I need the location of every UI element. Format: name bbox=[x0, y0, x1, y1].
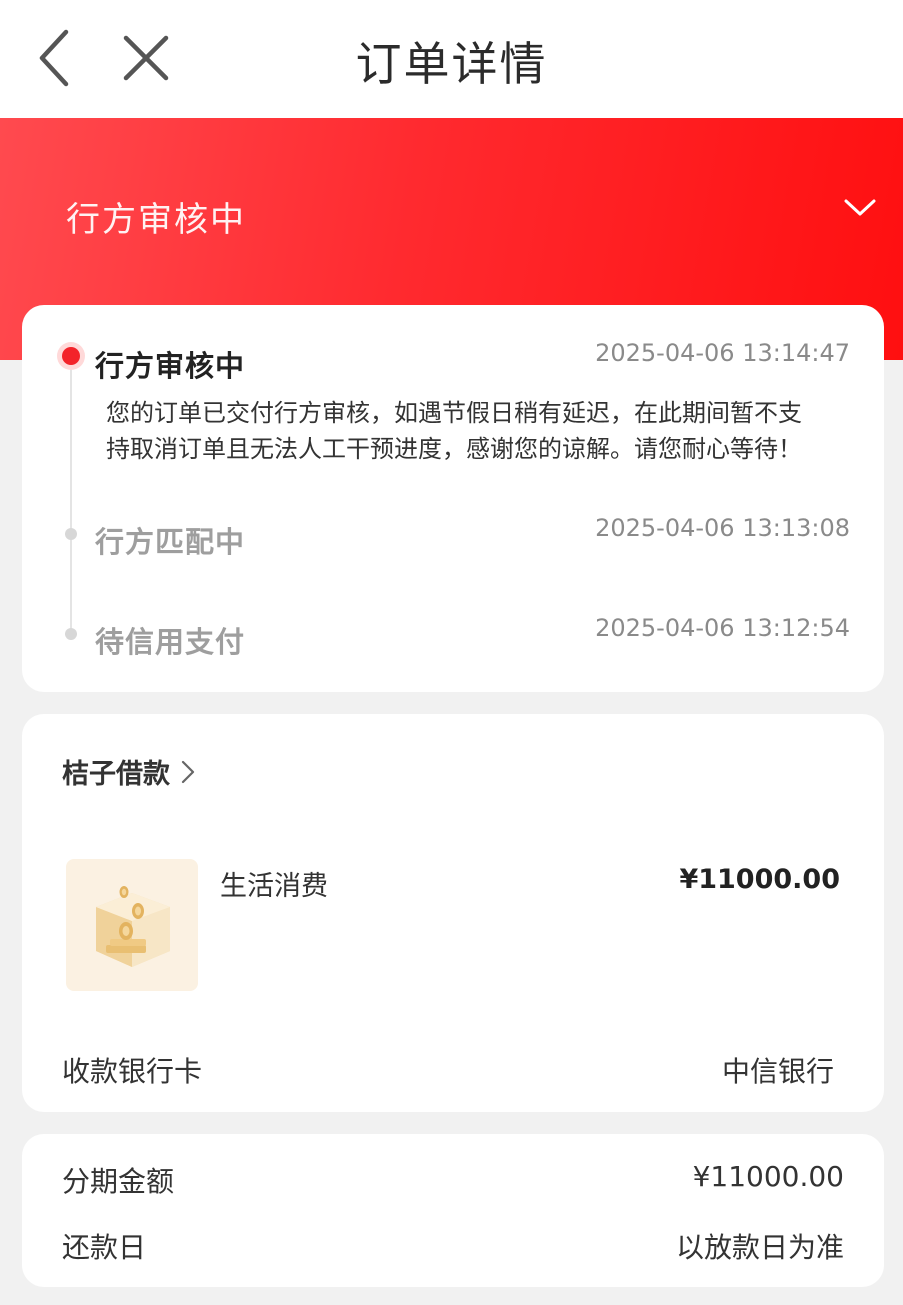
repayment-day-label: 还款日 bbox=[62, 1231, 147, 1264]
installment-amount-label: 分期金额 bbox=[62, 1165, 175, 1198]
installment-card: 分期金额 ¥11000.00 还款日 以放款日为准 bbox=[22, 1134, 884, 1287]
order-timeline-card: 行方审核中 2025-04-06 13:14:47 您的订单已交付行方审核，如遇… bbox=[22, 305, 884, 692]
merchant-link[interactable]: 桔子借款 bbox=[62, 752, 196, 791]
timeline-step-title: 行方审核中 bbox=[95, 349, 246, 383]
coin-box-icon bbox=[96, 886, 170, 967]
timeline-dot-active bbox=[57, 342, 85, 370]
timeline-step-title: 待信用支付 bbox=[95, 625, 246, 659]
timeline-line bbox=[70, 360, 72, 640]
bank-card-label: 收款银行卡 bbox=[62, 1055, 203, 1088]
timeline-step-time: 2025-04-06 13:14:47 bbox=[595, 339, 850, 367]
timeline-desc-line: 您的订单已交付行方审核，如遇节假日稍有延迟，在此期间暂不支 bbox=[106, 399, 802, 427]
top-nav-bar: 订单详情 bbox=[0, 0, 903, 118]
loan-info-card: 桔子借款 生活消费 ¥11000.00 收款银行卡 中信银行 bbox=[22, 714, 884, 1112]
page-title: 订单详情 bbox=[355, 37, 548, 91]
timeline-step-description: 您的订单已交付行方审核，如遇节假日稍有延迟，在此期间暂不支 持取消订单且无法人工… bbox=[106, 395, 846, 467]
chevron-down-icon[interactable] bbox=[842, 196, 878, 220]
bank-card-value: 中信银行 bbox=[721, 1055, 834, 1088]
timeline-desc-line: 持取消订单且无法人工干预进度，感谢您的谅解。请您耐心等待！ bbox=[106, 435, 802, 463]
merchant-name: 桔子借款 bbox=[62, 759, 170, 790]
product-amount: ¥11000.00 bbox=[679, 864, 840, 895]
product-image bbox=[66, 859, 198, 991]
timeline-dot bbox=[65, 528, 77, 540]
product-name: 生活消费 bbox=[220, 871, 328, 902]
timeline-dot bbox=[65, 628, 77, 640]
timeline-step-time: 2025-04-06 13:13:08 bbox=[595, 514, 850, 542]
installment-amount-value: ¥11000.00 bbox=[692, 1160, 844, 1193]
timeline-step-title: 行方匹配中 bbox=[95, 525, 246, 559]
banner-status-text: 行方审核中 bbox=[66, 200, 246, 240]
chevron-right-icon bbox=[181, 760, 195, 783]
timeline-step-time: 2025-04-06 13:12:54 bbox=[595, 614, 850, 642]
repayment-day-value: 以放款日为准 bbox=[675, 1231, 844, 1264]
